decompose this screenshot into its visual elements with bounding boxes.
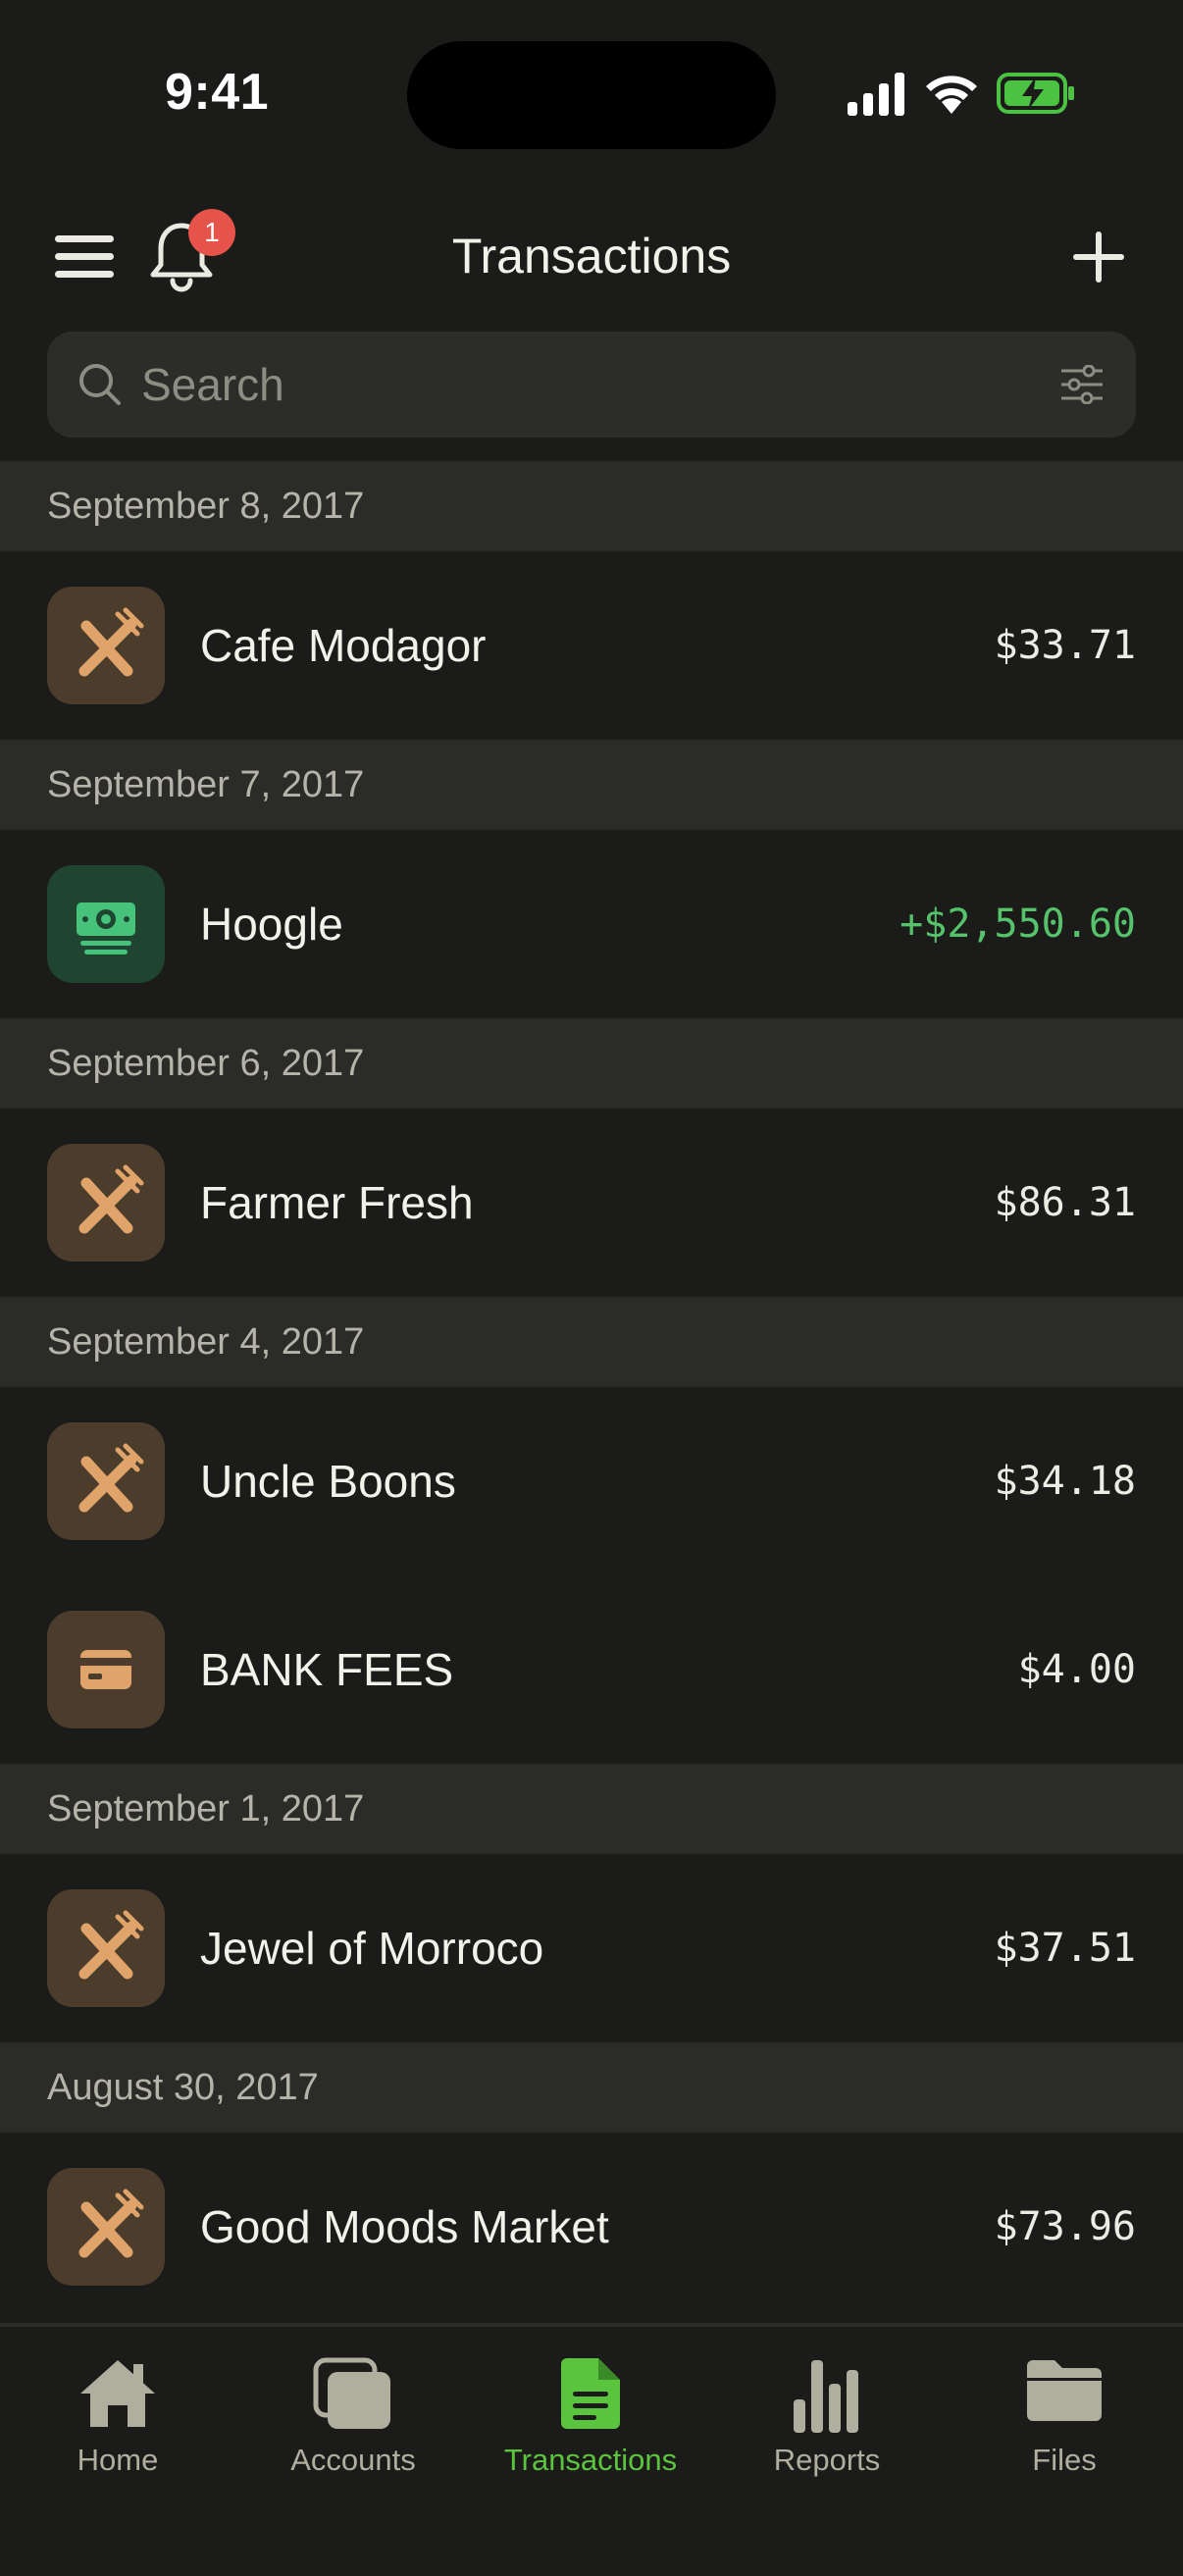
category-tile: [47, 1889, 165, 2007]
merchant-name: Jewel of Morroco: [200, 1923, 544, 1974]
category-tile: [47, 1611, 165, 1728]
category-tile: [47, 865, 165, 983]
bar-chart-icon: [794, 2360, 858, 2433]
home-icon: [80, 2360, 155, 2427]
transaction-amount: $73.96: [994, 2204, 1137, 2249]
status-bar: 9:41: [0, 0, 1183, 186]
category-tile: [47, 1144, 165, 1262]
filter-sliders-icon[interactable]: [1061, 365, 1103, 404]
search-icon: [79, 364, 121, 405]
tab-bar: Home Accounts Transactions Reports Files: [0, 2323, 1183, 2576]
transaction-amount: $33.71: [994, 623, 1137, 668]
tab-label: Accounts: [290, 2443, 416, 2477]
transaction-amount: $4.00: [1017, 1647, 1136, 1692]
tab-reports[interactable]: Reports: [719, 2327, 935, 2523]
tab-label: Files: [1032, 2443, 1097, 2477]
tab-label: Reports: [773, 2443, 881, 2477]
date-header: August 30, 2017: [0, 2042, 1183, 2133]
merchant-name: Hoogle: [200, 899, 343, 950]
tab-label: Home: [77, 2443, 159, 2477]
fork-knife-icon: [78, 2189, 144, 2258]
status-time: 9:41: [165, 64, 270, 121]
merchant-name: Cafe Modagor: [200, 620, 487, 671]
page-title: Transactions: [451, 229, 732, 283]
money-icon: [77, 902, 135, 954]
category-tile: [47, 2168, 165, 2286]
fork-knife-icon: [78, 1443, 144, 1513]
transaction-row[interactable]: BANK FEES $4.00: [0, 1575, 1183, 1764]
battery-charging-icon: [997, 73, 1074, 114]
plus-icon: [1073, 232, 1124, 283]
merchant-name: Good Moods Market: [200, 2201, 609, 2252]
transaction-amount: $37.51: [994, 1926, 1137, 1971]
tab-label: Transactions: [503, 2443, 678, 2477]
transaction-amount: $34.18: [994, 1459, 1137, 1504]
merchant-name: BANK FEES: [200, 1644, 454, 1695]
cellular-signal-icon: [848, 73, 904, 116]
folder-icon: [1027, 2360, 1102, 2421]
tab-home[interactable]: Home: [10, 2327, 226, 2523]
fork-knife-icon: [78, 1910, 144, 1980]
transaction-row[interactable]: Jewel of Morroco $37.51: [0, 1854, 1183, 2042]
category-tile: [47, 1422, 165, 1540]
transaction-row[interactable]: Uncle Boons $34.18: [0, 1387, 1183, 1575]
transaction-list[interactable]: September 8, 2017 Cafe Modagor $33.71 Se…: [0, 461, 1183, 2325]
date-header: September 4, 2017: [0, 1297, 1183, 1387]
credit-card-icon: [80, 1650, 131, 1689]
date-header: September 6, 2017: [0, 1018, 1183, 1108]
tab-accounts[interactable]: Accounts: [245, 2327, 461, 2523]
dynamic-island: [407, 41, 776, 149]
transaction-amount: $86.31: [994, 1180, 1137, 1225]
date-header: September 1, 2017: [0, 1764, 1183, 1854]
date-header: September 8, 2017: [0, 461, 1183, 551]
transaction-row[interactable]: Cafe Modagor $33.71: [0, 551, 1183, 740]
transaction-row[interactable]: Farmer Fresh $86.31: [0, 1108, 1183, 1297]
date-header: September 7, 2017: [0, 740, 1183, 830]
add-transaction-button[interactable]: [1069, 228, 1128, 286]
search-input[interactable]: [141, 355, 1004, 414]
document-icon: [561, 2358, 620, 2429]
search-bar: [47, 332, 1136, 438]
accounts-icon: [313, 2357, 390, 2429]
transaction-row[interactable]: Good Moods Market $73.96: [0, 2133, 1183, 2321]
fork-knife-icon: [78, 1164, 144, 1234]
merchant-name: Uncle Boons: [200, 1456, 456, 1507]
transaction-row[interactable]: Hoogle +$2,550.60: [0, 830, 1183, 1018]
transaction-amount: +$2,550.60: [900, 902, 1136, 947]
category-tile: [47, 587, 165, 704]
tab-files[interactable]: Files: [956, 2327, 1172, 2523]
fork-knife-icon: [78, 607, 144, 677]
tab-transactions[interactable]: Transactions: [483, 2327, 698, 2523]
merchant-name: Farmer Fresh: [200, 1177, 474, 1228]
wifi-icon: [926, 76, 977, 114]
